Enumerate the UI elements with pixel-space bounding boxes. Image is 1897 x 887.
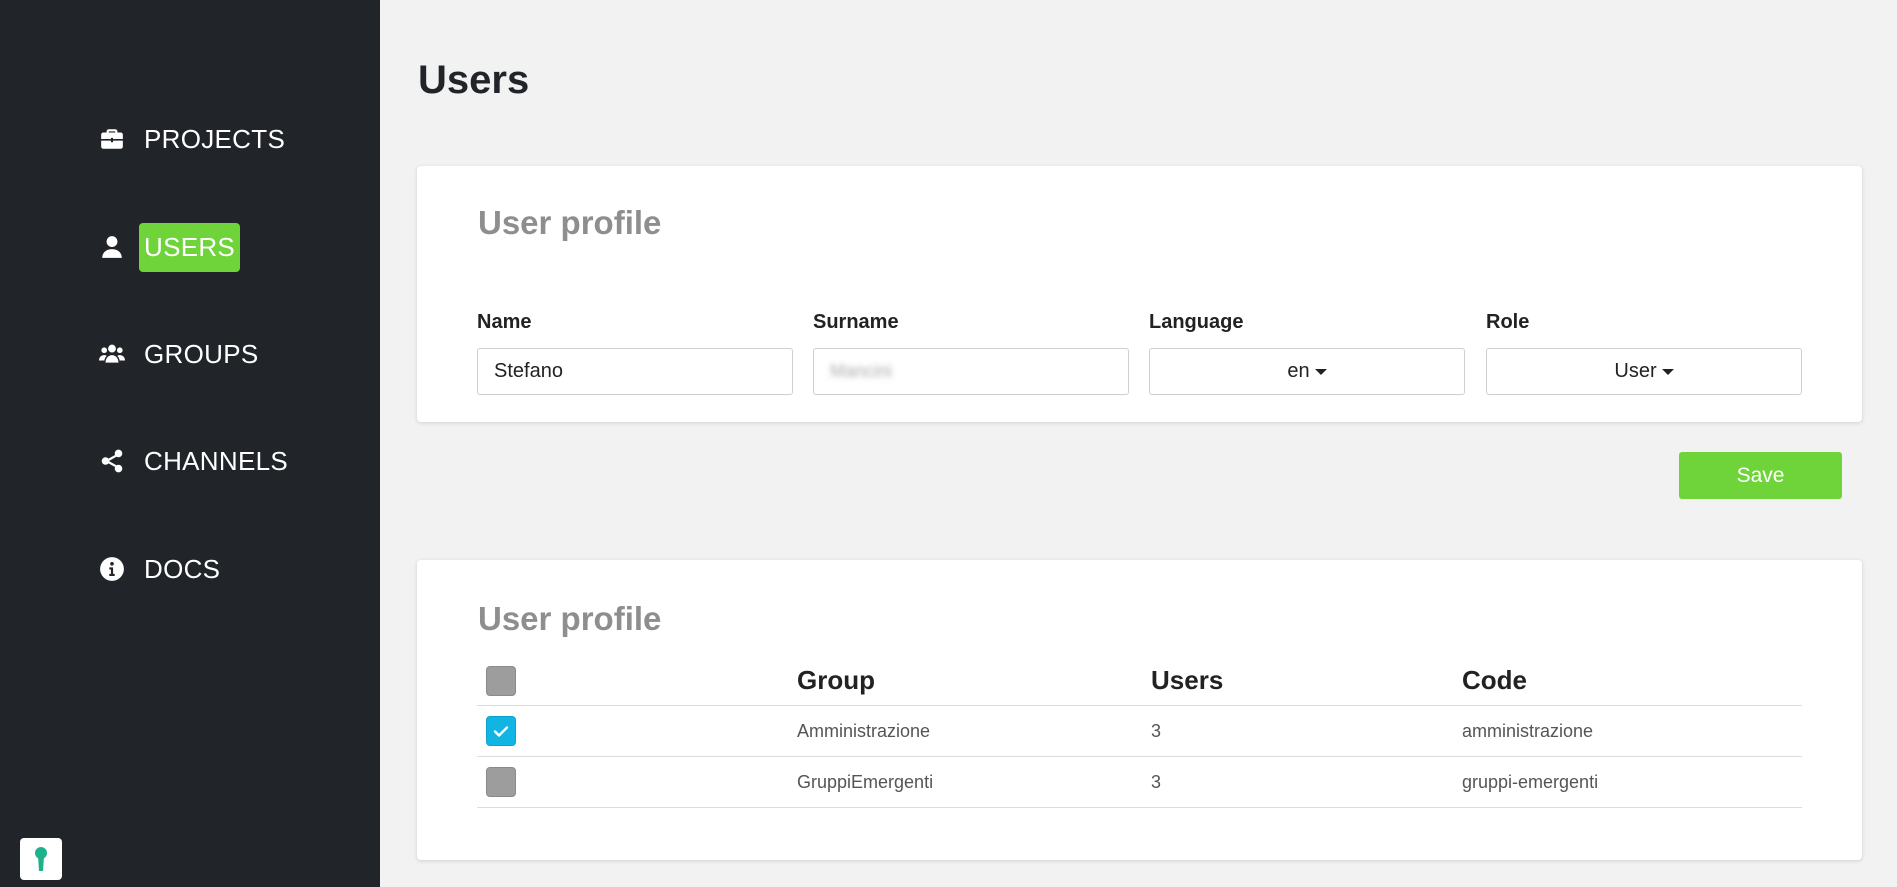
sidebar-item-users[interactable]: USERS [98,222,241,272]
surname-label: Surname [813,311,899,333]
column-header-users[interactable]: Users [1151,656,1223,705]
language-select[interactable]: en [1149,348,1465,395]
table-row[interactable]: Amministrazione 3 amministrazione [477,706,1802,757]
user-icon [98,233,126,261]
row-checkbox-cell [486,706,516,756]
keyhole-badge[interactable] [20,838,62,880]
group-code: gruppi-emergenti [1462,771,1599,792]
name-field-group: Name [477,310,793,395]
language-value: en [1287,360,1310,382]
role-value: User [1614,360,1657,382]
select-all-checkbox[interactable] [486,665,516,696]
select-all-cell [486,656,516,705]
sidebar-item-label: GROUPS [144,338,259,369]
group-name: Amministrazione [797,720,931,741]
column-header-code[interactable]: Code [1462,656,1527,705]
sidebar-item-label: DOCS [144,553,221,584]
sidebar-item-label: CHANNELS [144,445,288,476]
sidebar-item-label: PROJECTS [144,123,286,154]
caret-down-icon [1314,369,1327,375]
name-label: Name [477,311,532,333]
group-users-count: 3 [1151,771,1162,792]
sidebar-item-docs[interactable]: DOCS [98,545,225,593]
surname-field-group: Surname Mancini [813,310,1129,395]
row-checkbox-cell [486,757,516,807]
role-label: Role [1486,311,1530,333]
user-profile-card: User profile Name Surname Mancini Langua… [417,166,1862,422]
card-title: User profile [478,600,662,637]
share-icon [98,447,126,475]
surname-input[interactable]: Mancini [813,348,1129,395]
row-checkbox-unchecked[interactable] [486,767,516,797]
sidebar-item-channels[interactable]: CHANNELS [98,437,293,485]
row-checkbox-checked[interactable] [486,716,516,746]
save-button[interactable]: Save [1679,452,1842,499]
group-users-count: 3 [1151,720,1162,741]
page-title: Users [418,58,530,102]
table-row[interactable]: GruppiEmergenti 3 gruppi-emergenti [477,757,1802,808]
groups-table: Group Users Code Amministrazione 3 ammin… [477,656,1802,808]
users-group-icon [98,340,126,368]
sidebar: PROJECTS USERS GROUPS CHANNELS DOCS [0,0,380,887]
table-header-row: Group Users Code [477,656,1802,706]
sidebar-item-label: USERS [139,222,241,272]
role-field-group: Role User [1486,310,1802,395]
surname-value: Mancini [830,361,893,381]
group-code: amministrazione [1462,720,1594,741]
role-select[interactable]: User [1486,348,1802,395]
user-groups-card: User profile Group Users Code Amministra… [417,560,1862,860]
sidebar-item-projects[interactable]: PROJECTS [98,115,290,163]
info-circle-icon [98,555,126,583]
language-label: Language [1149,311,1244,333]
check-icon [493,726,509,737]
group-name: GruppiEmergenti [797,771,934,792]
keyhole-icon [35,847,47,871]
language-field-group: Language en [1149,310,1465,395]
caret-down-icon [1661,369,1674,375]
sidebar-item-groups[interactable]: GROUPS [98,330,263,378]
name-input[interactable] [477,348,793,395]
card-title: User profile [478,204,662,241]
briefcase-icon [98,125,126,153]
column-header-group[interactable]: Group [797,656,875,705]
